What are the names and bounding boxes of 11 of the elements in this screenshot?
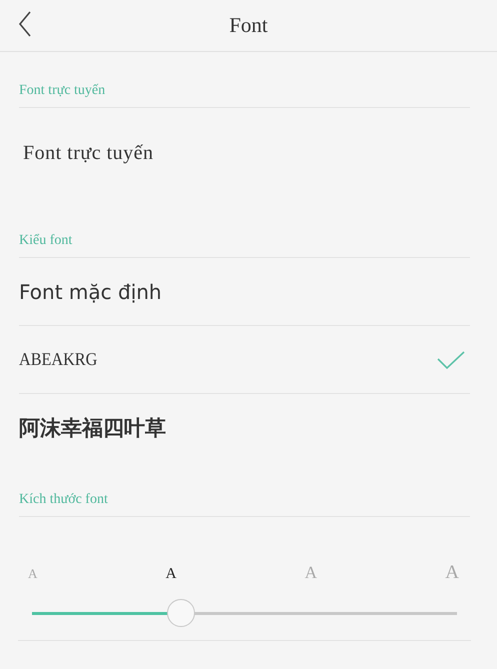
page-title: Font — [229, 13, 268, 38]
section-title: Kiểu font — [19, 233, 72, 248]
section-title: Kích thước font — [19, 492, 108, 507]
font-option[interactable]: Font mặc định — [19, 258, 470, 326]
back-icon[interactable] — [18, 11, 32, 37]
section-title: Font trực tuyến — [19, 83, 106, 98]
font-option[interactable]: 阿沫幸福四叶草 — [19, 394, 470, 461]
online-fonts-link[interactable]: Font trực tuyến — [23, 142, 154, 164]
font-option[interactable]: ABEAKRG — [19, 326, 470, 394]
slider-thumb[interactable] — [167, 599, 196, 627]
size-label[interactable]: A — [166, 566, 176, 583]
